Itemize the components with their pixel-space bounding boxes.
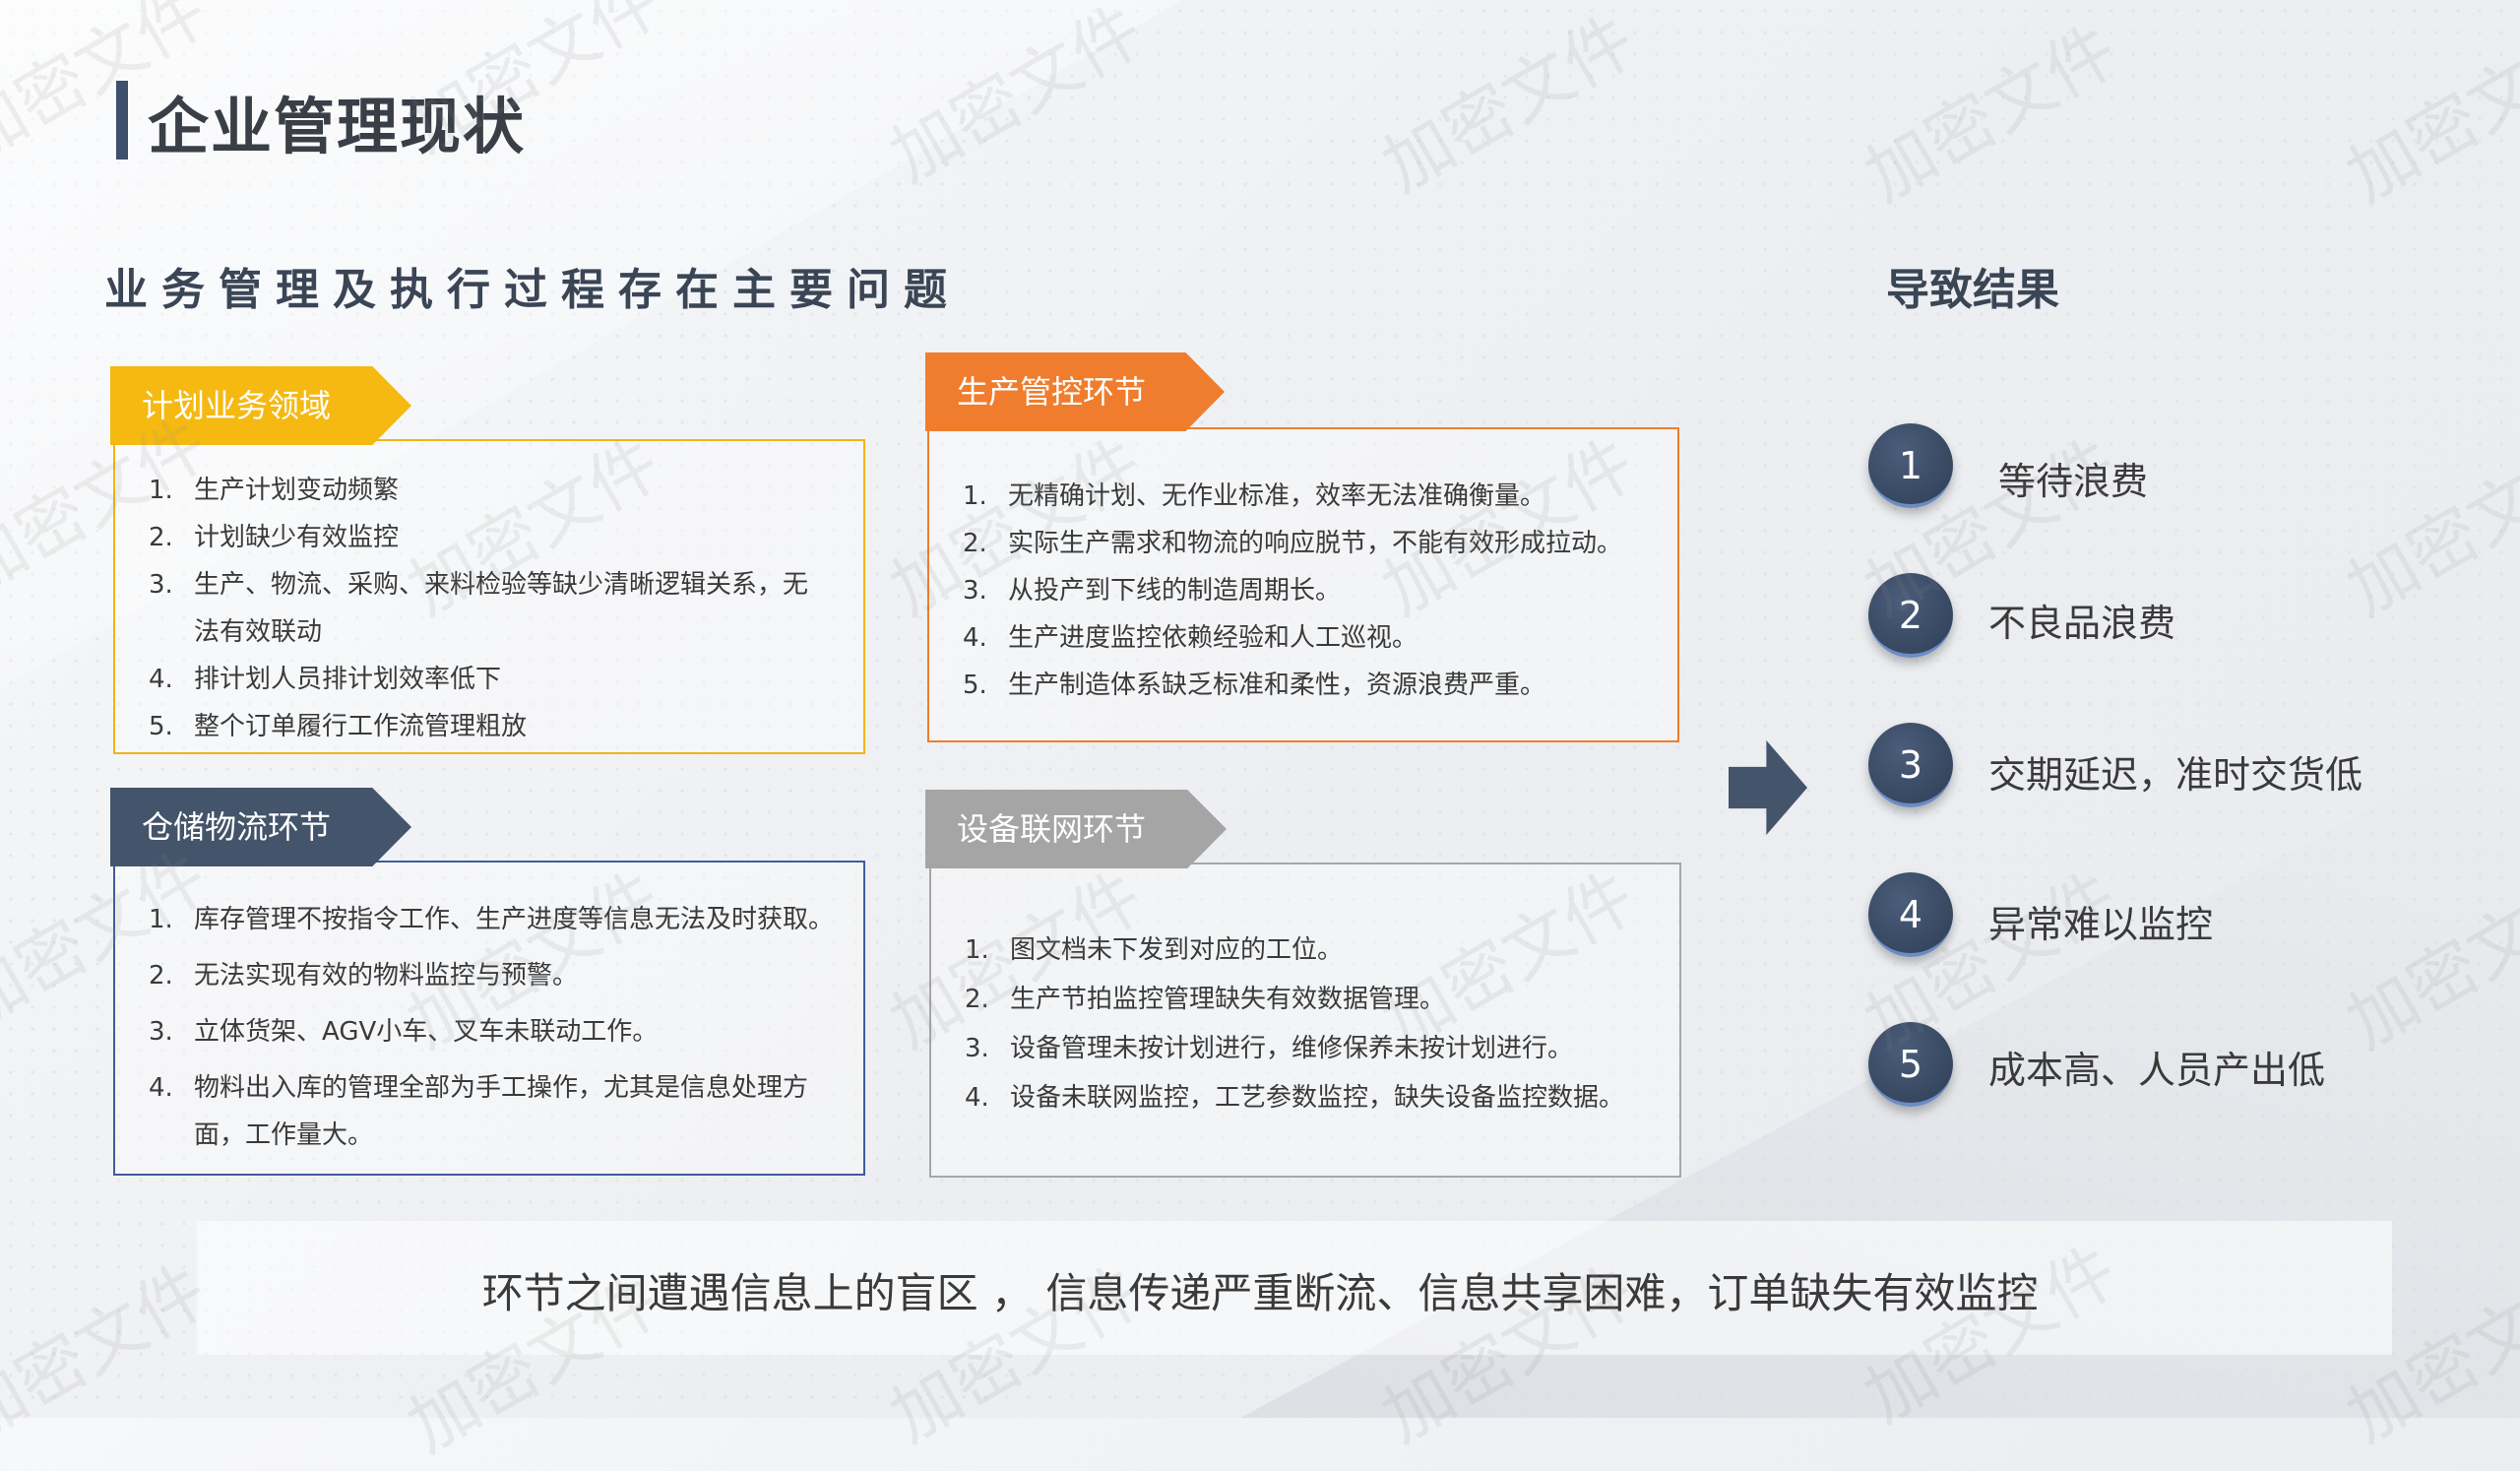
list-item: 2. 实际生产需求和物流的响应脱节，不能有效形成拉动。	[963, 529, 1623, 558]
plan-list: 1. 生产计划变动频繁 2. 计划缺少有效监控 3. 生产、物流、采购、来料检验等缺少…	[115, 467, 863, 750]
result-number-badge: 4	[1868, 872, 1953, 957]
production-box: 1. 无精确计划、无作业标准，效率无法准确衡量。 2. 实际生产需求和物流的响应脱节…	[927, 427, 1679, 742]
list-item: 3. 生产、物流、采购、来料检验等缺少清晰逻辑关系，无法有效联动	[149, 570, 809, 647]
list-item: 3. 设备管理未按计划进行，维修保养未按计划进行。	[965, 1034, 1574, 1063]
list-item: 2. 无法实现有效的物料监控与预警。	[149, 961, 579, 991]
result-number-badge: 1	[1868, 423, 1953, 508]
watermark-text: 加密文件	[2334, 9, 2520, 218]
production-section-tag: 生产管控环节	[925, 352, 1225, 431]
equipment-box: 1. 图文档未下发到对应的工位。 2. 生产节拍监控管理缺失有效数据管理。 3. 设备…	[929, 863, 1681, 1178]
warehouse-list: 1. 库存管理不按指令工作、生产进度等信息无法及时获取。 2. 无法实现有效的物料监…	[115, 892, 863, 1159]
list-item: 4. 设备未联网监控，工艺参数监控，缺失设备监控数据。	[965, 1083, 1625, 1113]
list-item: 5. 生产制造体系缺乏标准和柔性，资源浪费严重。	[963, 671, 1546, 700]
list-item: 4. 物料出入库的管理全部为手工操作，尤其是信息处理方面，工作量大。	[149, 1073, 809, 1150]
arrow-right-icon	[1729, 740, 1807, 835]
result-number-badge: 2	[1868, 573, 1953, 658]
list-item: 4. 排计划人员排计划效率低下	[149, 665, 502, 694]
list-item: 4. 生产进度监控依赖经验和人工巡视。	[963, 623, 1418, 653]
result-label: 等待浪费	[1998, 460, 2149, 503]
production-list: 1. 无精确计划、无作业标准，效率无法准确衡量。 2. 实际生产需求和物流的响应脱节…	[929, 473, 1677, 709]
page-title: 企业管理现状	[148, 91, 527, 162]
conclusion-text: 环节之间遭遇信息上的盲区 ， 信息传递严重断流、信息共享困难，订单缺失有效监控	[481, 1269, 2039, 1317]
list-item: 1. 生产计划变动频繁	[149, 476, 400, 505]
results-title: 导致结果	[1886, 265, 2059, 315]
list-item: 5. 整个订单履行工作流管理粗放	[149, 712, 528, 741]
watermark-text: 加密文件	[1852, 9, 2131, 218]
equipment-list: 1. 图文档未下发到对应的工位。 2. 生产节拍监控管理缺失有效数据管理。 3. 设备…	[931, 926, 1679, 1122]
list-item: 1. 图文档未下发到对应的工位。	[965, 935, 1344, 965]
list-item: 2. 生产节拍监控管理缺失有效数据管理。	[965, 985, 1446, 1014]
result-label: 交期延迟，准时交货低	[1988, 753, 2363, 797]
result-label: 异常难以监控	[1988, 903, 2214, 946]
list-item: 2. 计划缺少有效监控	[149, 523, 400, 552]
plan-box: 1. 生产计划变动频繁 2. 计划缺少有效监控 3. 生产、物流、采购、来料检验等缺少…	[113, 439, 865, 754]
result-label: 不良品浪费	[1988, 602, 2176, 645]
equipment-section-tag: 设备联网环节	[925, 790, 1227, 868]
title-accent-bar	[116, 81, 128, 160]
watermark-text: 加密文件	[1369, 0, 1649, 208]
result-number-badge: 5	[1868, 1022, 1953, 1107]
list-item: 1. 库存管理不按指令工作、生产进度等信息无法及时获取。	[149, 905, 835, 934]
warehouse-section-tag: 仓储物流环节	[110, 788, 411, 866]
plan-section-tag: 计划业务领域	[110, 366, 411, 445]
list-item: 3. 从投产到下线的制造周期长。	[963, 576, 1342, 606]
result-label: 成本高、人员产出低	[1988, 1049, 2326, 1092]
list-item: 1. 无精确计划、无作业标准，效率无法准确衡量。	[963, 481, 1546, 511]
list-item: 3. 立体货架、AGV小车、叉车未联动工作。	[149, 1017, 659, 1047]
section-subtitle: 业务管理及执行过程存在主要问题	[104, 265, 961, 315]
watermark-text: 加密文件	[2334, 422, 2520, 631]
warehouse-box: 1. 库存管理不按指令工作、生产进度等信息无法及时获取。 2. 无法实现有效的物料监…	[113, 861, 865, 1176]
result-number-badge: 3	[1868, 723, 1953, 807]
